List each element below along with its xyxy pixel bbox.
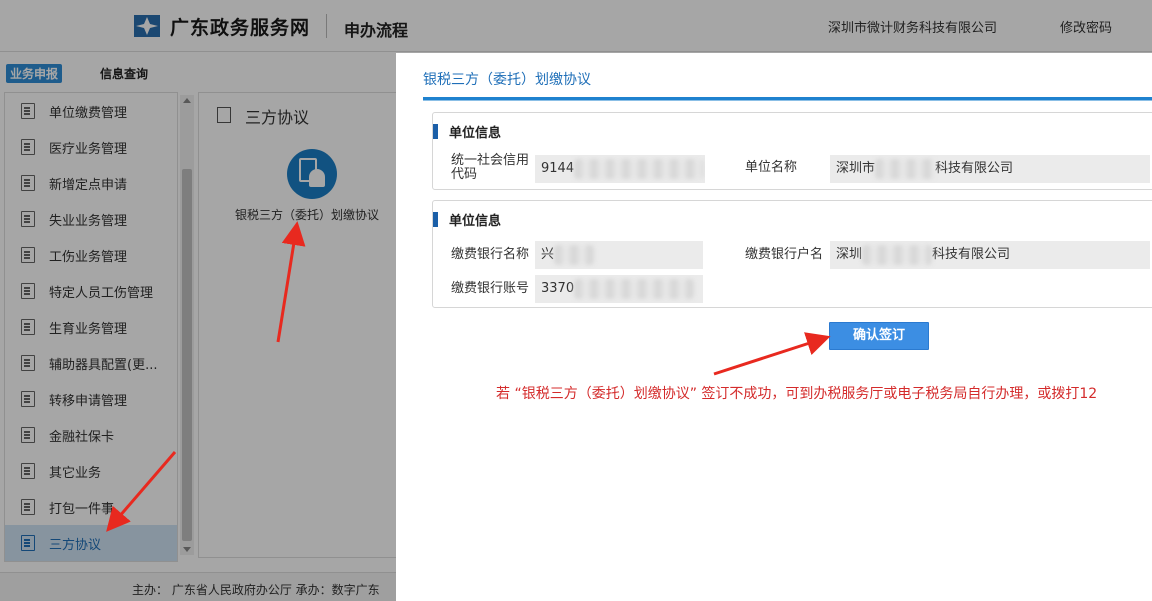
section-marker [433, 211, 438, 227]
section-header: 单位信息 [433, 123, 502, 141]
redacted-blur [862, 244, 933, 265]
account-name-field: 深圳 科技有限公司 [830, 241, 1150, 269]
redacted-blur [574, 158, 705, 179]
account-name-label: 缴费银行户名 [745, 247, 824, 262]
unit-name-field: 深圳市 科技有限公司 [830, 155, 1150, 183]
credit-code-label: 统一社会信用代码 [451, 153, 530, 182]
section-marker [433, 123, 438, 139]
bank-name-label: 缴费银行名称 [451, 247, 530, 262]
unit-name-suffix: 科技有限公司 [935, 161, 1014, 176]
failure-notice: 若 “银税三方（委托）划缴协议” 签订不成功，可到办税服务厅或电子税务局自行办理… [496, 386, 1098, 402]
section-header: 单位信息 [433, 211, 502, 229]
unit-name-prefix: 深圳市 [836, 161, 876, 176]
account-name-suffix: 科技有限公司 [932, 247, 1011, 262]
unit-info-section: 单位信息 统一社会信用代码 9144 单位名称 深圳市 科技有限公司 [432, 112, 1152, 190]
bank-name-value: 兴 [541, 247, 555, 262]
modal-title: 银税三方（委托）划缴协议 [423, 72, 591, 88]
account-name-prefix: 深圳 [836, 247, 863, 262]
redacted-blur [554, 244, 595, 265]
account-no-field: 3370 [535, 275, 703, 303]
bank-info-section: 单位信息 缴费银行名称 兴 缴费银行户名 深圳 科技有限公司 缴费银行账号 337… [432, 200, 1152, 308]
section-title: 单位信息 [449, 125, 502, 141]
redacted-blur [875, 158, 936, 179]
section-title: 单位信息 [449, 213, 502, 229]
agreement-modal: 银税三方（委托）划缴协议 单位信息 统一社会信用代码 9144 单位名称 深圳市… [396, 53, 1152, 601]
unit-name-label: 单位名称 [745, 160, 798, 175]
account-no-label: 缴费银行账号 [451, 281, 530, 296]
credit-code-field: 9144 [535, 155, 705, 183]
credit-code-value: 9144 [541, 161, 575, 176]
account-no-value: 3370 [541, 281, 575, 296]
bank-name-field: 兴 [535, 241, 703, 269]
redacted-blur [574, 278, 695, 299]
modal-divider [423, 97, 1152, 101]
confirm-sign-button[interactable]: 确认签订 [829, 322, 929, 350]
